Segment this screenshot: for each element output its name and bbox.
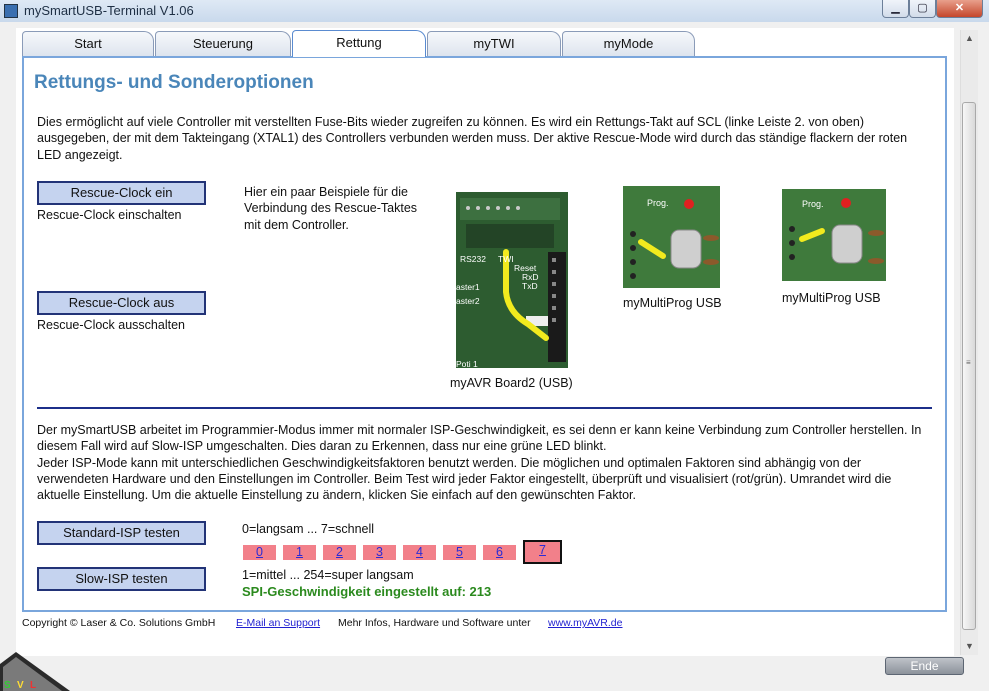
tab-rettung[interactable]: Rettung (292, 30, 426, 57)
factor-0[interactable]: 0 (243, 545, 276, 560)
photo-label-txd: TxD (522, 281, 538, 291)
rescue-clock-on-label: Rescue-Clock einschalten (37, 208, 182, 222)
spi-speed-status: SPI-Geschwindigkeit eingestellt auf: 213 (242, 584, 492, 599)
ende-button[interactable]: Ende (885, 657, 964, 675)
rescue-clock-off-label: Rescue-Clock ausschalten (37, 318, 185, 332)
slow-isp-range: 1=mittel ... 254=super langsam (242, 568, 414, 582)
myavr-website-link[interactable]: www.myAVR.de (548, 617, 623, 629)
photo-label-prog-2: Prog. (802, 199, 824, 209)
more-info-text: Mehr Infos, Hardware und Software unter (338, 617, 531, 629)
standard-isp-test-button[interactable]: Standard-ISP testen (37, 521, 206, 545)
section-divider (37, 407, 932, 409)
title-bar: mySmartUSB-Terminal V1.06 ▁ ▢ ✕ (0, 0, 989, 23)
scroll-grip-icon: ≡ (966, 358, 971, 367)
mymultiprog-image-2: Prog. (782, 189, 886, 281)
isp-description: Der mySmartUSB arbeitet im Programmier-M… (37, 423, 922, 503)
intro-text: Dies ermöglicht auf viele Controller mit… (37, 115, 908, 162)
mymultiprog-photo-1: Prog. (623, 186, 720, 288)
copyright-text: Copyright © Laser & Co. Solutions GmbH (22, 617, 216, 629)
mymultiprog-image-1: Prog. (623, 186, 720, 288)
app-icon (4, 4, 18, 18)
maximize-button[interactable]: ▢ (909, 0, 936, 18)
myavr-board-image: RS232 TWI Reset RxD TxD aster1 aster2 Po… (456, 192, 568, 368)
scroll-up-arrow-icon[interactable]: ▲ (961, 30, 978, 47)
factor-7-selected[interactable]: 7 (523, 540, 562, 564)
svl-logo-icon: S V L (0, 652, 70, 691)
scroll-thumb[interactable]: ≡ (962, 102, 976, 630)
tab-mymode[interactable]: myMode (562, 31, 695, 56)
photo-label-prog-1: Prog. (647, 198, 669, 208)
tab-start[interactable]: Start (22, 31, 154, 56)
myavr-board-photo: RS232 TWI Reset RxD TxD aster1 aster2 Po… (456, 192, 568, 368)
logo-letter-v: V (17, 680, 24, 691)
close-button[interactable]: ✕ (936, 0, 983, 18)
photo-label-poti: Poti 1 (456, 359, 478, 368)
page-title: Rettungs- und Sonderoptionen (34, 72, 314, 93)
logo-letter-s: S (4, 680, 11, 691)
standard-isp-range: 0=langsam ... 7=schnell (242, 522, 375, 536)
email-support-link[interactable]: E-Mail an Support (236, 617, 320, 629)
mymultiprog-caption-1: myMultiProg USB (623, 296, 722, 310)
scroll-down-arrow-icon[interactable]: ▼ (961, 638, 978, 655)
rescue-clock-off-button[interactable]: Rescue-Clock aus (37, 291, 206, 315)
slow-isp-test-button[interactable]: Slow-ISP testen (37, 567, 206, 591)
photo-label-twi: TWI (498, 254, 514, 264)
tab-steuerung[interactable]: Steuerung (155, 31, 291, 56)
factor-3[interactable]: 3 (363, 545, 396, 560)
rescue-clock-on-button[interactable]: Rescue-Clock ein (37, 181, 206, 205)
factor-4[interactable]: 4 (403, 545, 436, 560)
photo-label-aster2: aster2 (456, 296, 480, 306)
logo-letter-l: L (30, 680, 36, 691)
mymultiprog-caption-2: myMultiProg USB (782, 291, 881, 305)
factor-2[interactable]: 2 (323, 545, 356, 560)
photo-label-rs232: RS232 (460, 254, 486, 264)
factor-5[interactable]: 5 (443, 545, 476, 560)
factor-1[interactable]: 1 (283, 545, 316, 560)
vertical-scrollbar[interactable]: ▲ ≡ ▼ (960, 30, 978, 655)
photo-label-aster1: aster1 (456, 282, 480, 292)
window-title: mySmartUSB-Terminal V1.06 (24, 3, 194, 18)
minimize-button[interactable]: ▁ (882, 0, 909, 18)
tab-mytwi[interactable]: myTWI (427, 31, 561, 56)
mymultiprog-photo-2: Prog. (782, 189, 886, 281)
myavr-board-caption: myAVR Board2 (USB) (450, 376, 573, 390)
examples-text: Hier ein paar Beispiele für die Verbindu… (244, 185, 418, 232)
factor-6[interactable]: 6 (483, 545, 516, 560)
